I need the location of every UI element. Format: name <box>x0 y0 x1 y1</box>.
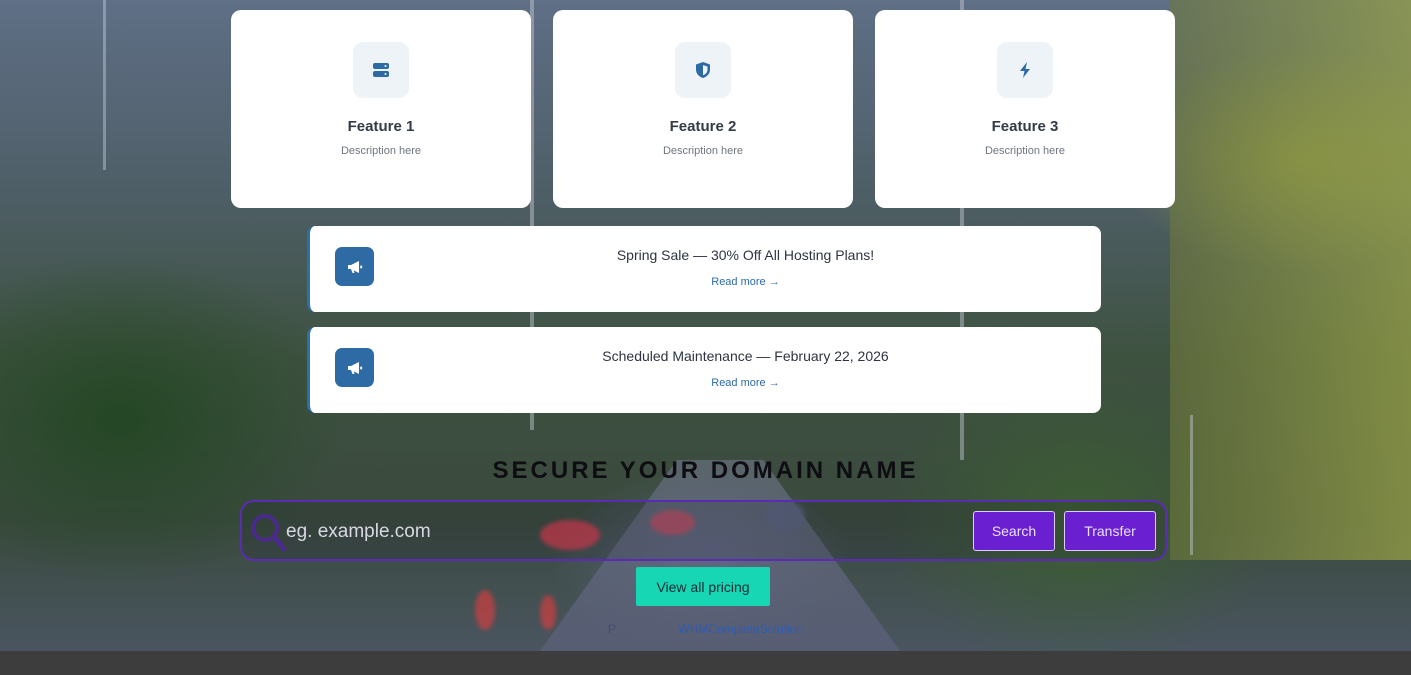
search-button[interactable]: Search <box>973 511 1055 551</box>
shield-icon <box>675 42 731 98</box>
bolt-icon <box>997 42 1053 98</box>
feature-description: Description here <box>340 145 422 157</box>
read-more-link[interactable]: Read more → <box>390 276 1101 288</box>
feature-description: Description here <box>984 145 1066 157</box>
megaphone-icon <box>335 247 374 286</box>
server-icon <box>353 42 409 98</box>
domain-search-input[interactable] <box>284 513 788 551</box>
feature-card-2: Feature 2 Description here <box>553 10 853 208</box>
whmcs-link[interactable]: WHMCompleteSolution <box>678 622 803 636</box>
feature-title: Feature 2 <box>669 118 737 135</box>
megaphone-icon <box>335 348 374 387</box>
domain-search-heading: SECURE YOUR DOMAIN NAME <box>492 457 919 484</box>
domain-search-form: Search Transfer <box>240 500 1167 561</box>
powered-by-prefix: P <box>607 622 616 636</box>
powered-by-text: P WHMCompleteSolution <box>0 622 1411 636</box>
feature-card-3: Feature 3 Description here <box>875 10 1175 208</box>
announcement-title: Scheduled Maintenance — February 22, 202… <box>602 348 889 364</box>
search-icon <box>251 514 287 552</box>
feature-card-1: Feature 1 Description here <box>231 10 531 208</box>
view-all-pricing-button[interactable]: View all pricing <box>636 567 770 606</box>
feature-description: Description here <box>662 145 744 157</box>
announcement-card-1: Spring Sale — 30% Off All Hosting Plans!… <box>307 226 1101 312</box>
announcement-title: Spring Sale — 30% Off All Hosting Plans! <box>616 247 875 263</box>
transfer-button[interactable]: Transfer <box>1064 511 1156 551</box>
feature-title: Feature 1 <box>347 118 415 135</box>
announcement-card-2: Scheduled Maintenance — February 22, 202… <box>307 327 1101 413</box>
read-more-link[interactable]: Read more → <box>390 377 1101 389</box>
feature-title: Feature 3 <box>991 118 1059 135</box>
footer-bar <box>0 651 1411 675</box>
